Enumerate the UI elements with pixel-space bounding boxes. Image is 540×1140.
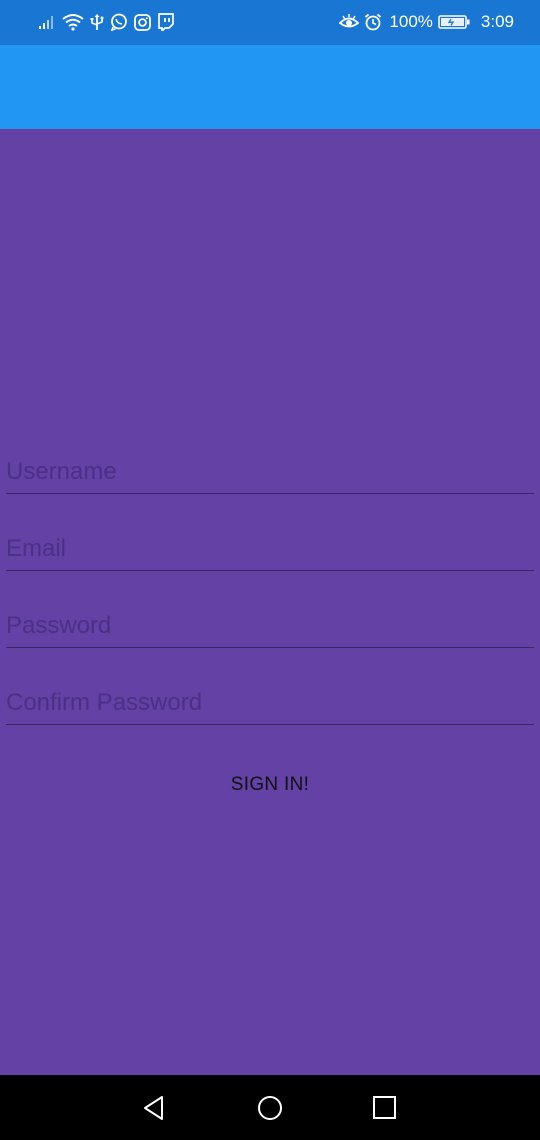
home-icon[interactable] (255, 1093, 285, 1123)
signal-icon (38, 14, 56, 30)
status-bar: 100% 3:09 (0, 0, 540, 45)
password-input[interactable] (6, 609, 534, 643)
eye-comfort-icon (339, 14, 360, 30)
app-bar (0, 45, 540, 129)
status-right-icons: 100% 3:09 (339, 11, 514, 33)
battery-icon (438, 14, 470, 30)
alarm-icon (364, 13, 382, 31)
clock: 3:09 (480, 12, 514, 31)
signup-form: SIGN IN! (0, 129, 540, 1075)
wifi-icon (62, 13, 84, 31)
back-icon[interactable] (140, 1093, 170, 1123)
instagram-icon (134, 13, 151, 31)
status-left-icons (38, 11, 174, 33)
twitch-icon (157, 13, 174, 31)
confirm-password-field (6, 678, 534, 725)
recents-icon[interactable] (370, 1093, 400, 1123)
sign-in-button[interactable]: SIGN IN! (200, 765, 340, 805)
username-field (6, 447, 534, 494)
password-field (6, 601, 534, 648)
email-input[interactable] (6, 532, 534, 566)
username-input[interactable] (6, 455, 534, 489)
navigation-bar (0, 1075, 540, 1140)
battery-percent: 100% (389, 12, 433, 31)
confirm-password-input[interactable] (6, 686, 534, 720)
email-field (6, 524, 534, 571)
whatsapp-icon (110, 13, 128, 31)
usb-icon (90, 13, 104, 31)
